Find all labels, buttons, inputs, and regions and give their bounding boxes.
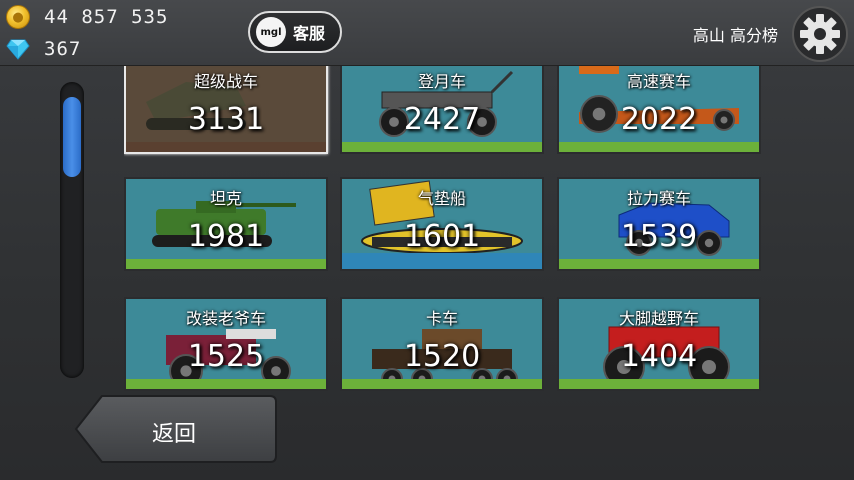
vehicle-high-score: 1520	[403, 339, 481, 374]
card-ground	[559, 379, 759, 389]
vehicle-high-score: 1981	[187, 219, 265, 254]
vehicle-name: 改装老爷车	[185, 309, 266, 328]
card-ground	[559, 259, 759, 269]
top-bar: ● 44 857 535 367 mgl 客服 高山 高分榜	[0, 0, 854, 66]
back-label: 返回	[152, 422, 197, 447]
card-ground	[342, 142, 542, 152]
vehicle-card[interactable]: 卡车 1520	[340, 297, 544, 391]
vehicle-card[interactable]: 超级战车 3131	[124, 66, 328, 154]
vehicle-name: 拉力赛车	[626, 189, 691, 208]
vehicle-name: 卡车	[425, 309, 458, 328]
gem-count: 367	[44, 38, 82, 60]
vehicle-card[interactable]: 登月车 2427	[340, 66, 544, 154]
vehicle-name: 超级战车	[193, 72, 258, 91]
vehicle-card[interactable]: 拉力赛车 1539	[557, 177, 761, 271]
vehicle-card[interactable]: 改装老爷车 1525	[124, 297, 328, 391]
scrollbar-thumb[interactable]	[63, 97, 81, 177]
card-ground	[342, 379, 542, 389]
vehicle-card[interactable]: 坦克 1981	[124, 177, 328, 271]
vehicle-high-score: 3131	[187, 102, 265, 137]
vehicle-name: 登月车	[417, 72, 466, 91]
vehicle-high-score: 2427	[403, 102, 481, 137]
vehicle-name: 大脚越野车	[618, 309, 699, 328]
vehicle-high-score: 1525	[187, 339, 265, 374]
card-ground	[126, 379, 326, 389]
vertical-scrollbar[interactable]	[60, 82, 84, 378]
vehicle-card[interactable]: 高速赛车 2022	[557, 66, 761, 154]
card-ground	[342, 253, 542, 269]
card-ground	[126, 142, 326, 152]
gem-balance: 367	[6, 36, 81, 62]
customer-support-button[interactable]: mgl 客服	[248, 11, 342, 53]
vehicle-name: 气垫船	[417, 189, 466, 208]
card-ground	[559, 142, 759, 152]
gear-icon	[800, 14, 840, 54]
vehicle-name: 坦克	[209, 189, 242, 208]
back-button[interactable]: 返回	[74, 394, 278, 464]
vehicle-name: 高速赛车	[626, 72, 691, 91]
coin-count: 44 857 535	[44, 6, 169, 28]
vehicle-card[interactable]: 气垫船 1601	[340, 177, 544, 271]
vehicle-high-score: 2022	[620, 102, 698, 137]
coin-icon: ●	[6, 5, 30, 29]
vehicle-score-grid: 超级战车 3131 登月车 2427 高速赛车 2022 坦克 1981 气垫船…	[124, 66, 764, 396]
coin-balance: ● 44 857 535	[6, 4, 168, 30]
settings-button[interactable]	[792, 6, 848, 62]
card-ground	[126, 259, 326, 269]
vehicle-high-score: 1404	[620, 339, 698, 374]
support-label: 客服	[293, 24, 326, 43]
diamond-icon	[6, 38, 30, 60]
vehicle-high-score: 1539	[620, 219, 698, 254]
vehicle-card[interactable]: 大脚越野车 1404	[557, 297, 761, 391]
support-avatar-icon: mgl	[256, 17, 286, 47]
vehicle-high-score: 1601	[403, 219, 481, 254]
page-title: 高山 高分榜	[692, 26, 778, 45]
